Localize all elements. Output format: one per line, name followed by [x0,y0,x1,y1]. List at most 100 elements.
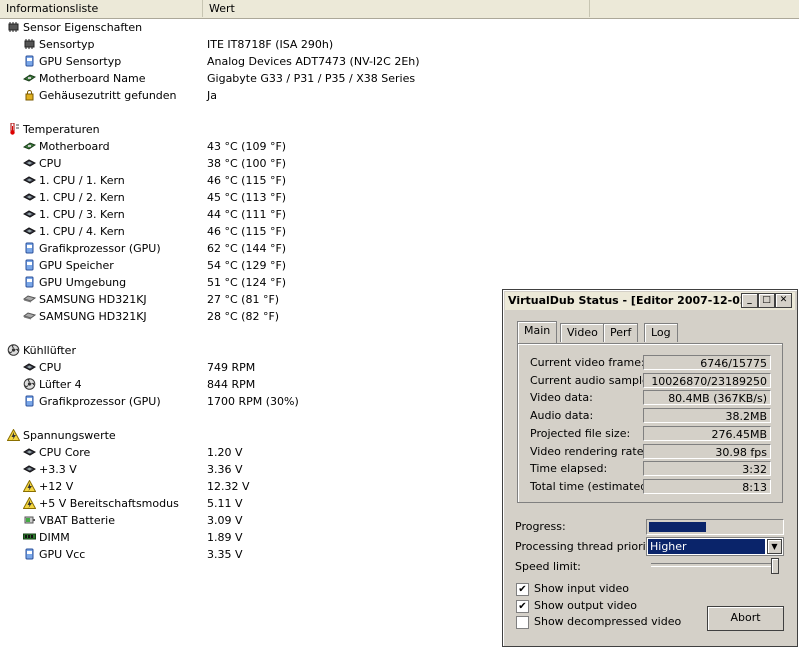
stat-value: 38.2MB [643,408,771,424]
sensor-value: 38 °C (100 °F) [207,157,287,170]
sensor-value: 5.11 V [207,497,243,510]
priority-select[interactable]: Higher ▼ [646,537,784,556]
minimize-icon[interactable]: _ [741,293,758,308]
stat-value: 80.4MB (367KB/s) [643,390,771,406]
sensor-row[interactable]: GPU Speicher 54 °C (129 °F) [0,257,799,274]
progress-label: Progress: [515,520,566,533]
sensor-value: 1.89 V [207,531,243,544]
checkbox-label[interactable]: Show decompressed video [534,615,681,628]
gpu-icon [23,55,36,67]
speed-limit-thumb[interactable] [771,558,779,574]
sensor-label: GPU Sensortyp [39,55,122,68]
sensor-label: SAMSUNG HD321KJ [39,310,147,323]
priority-selected-value: Higher [648,539,765,554]
checkbox[interactable]: ✔ [516,599,529,613]
sensor-row[interactable]: Motherboard 43 °C (109 °F) [0,138,799,155]
stat-value: 30.98 fps [643,443,771,459]
maximize-icon[interactable]: □ [758,293,775,308]
sensor-label: Gehäusezutritt gefunden [39,89,177,102]
checkbox[interactable]: ✔ [516,583,529,596]
sensor-row[interactable]: Motherboard Name Gigabyte G33 / P31 / P35… [0,70,799,87]
sensor-label: +3.3 V [39,463,77,476]
chip-icon [23,38,36,50]
checkbox-label[interactable]: Show output video [534,599,637,612]
sensor-row[interactable]: 1. CPU / 3. Kern 44 °C (111 °F) [0,206,799,223]
stat-label: Current video frame: [530,356,645,369]
chip-icon [7,21,20,33]
sensor-row[interactable]: GPU Sensortyp Analog Devices ADT7473 (NV-… [0,53,799,70]
tab-main[interactable]: Main [517,321,558,343]
sensor-value: 3.35 V [207,548,243,561]
sensor-label: Grafikprozessor (GPU) [39,242,161,255]
tab-video[interactable]: Video [560,323,605,342]
cpu-icon [23,225,36,237]
checkbox[interactable] [516,616,529,629]
group-title: Kühllüfter [23,344,76,357]
priority-label: Processing thread priority: [515,540,660,553]
sensor-value: Ja [207,89,217,102]
sensor-row[interactable]: CPU 38 °C (100 °F) [0,155,799,172]
stat-label: Audio data: [530,409,594,423]
sensor-value: Gigabyte G33 / P31 / P35 / X38 Series [207,72,416,85]
column-header-value[interactable]: Wert [203,0,590,17]
disk-icon [23,310,36,322]
sensor-label: +5 V Bereitschaftsmodus [39,497,179,510]
sensor-value: 51 °C (124 °F) [207,276,287,289]
stat-label: Time elapsed: [530,462,608,476]
cpu-icon [23,174,36,186]
sensor-value: 3.36 V [207,463,243,476]
sensor-value: 1700 RPM (30%) [207,395,299,408]
voltage-icon [23,497,36,509]
main-tab-panel: Current video frame: 6746/15775 Current au… [517,343,783,503]
stat-value: 10026870/23189250 [643,372,771,388]
window-title: VirtualDub Status - [Editor 2007-12-02 .… [508,294,764,307]
cpu-icon [23,463,36,475]
stat-label: Projected file size: [530,426,631,440]
chevron-down-icon[interactable]: ▼ [767,539,782,554]
sensor-row[interactable]: 1. CPU / 1. Kern 46 °C (115 °F) [0,172,799,189]
column-header-info[interactable]: Informationsliste [0,0,203,17]
stat-label: Total time (estimated): [530,479,656,493]
sensor-label: 1. CPU / 1. Kern [39,174,125,187]
gpu-icon [23,548,36,560]
sensor-row[interactable]: Gehäusezutritt gefunden Ja [0,87,799,104]
cpu-icon [23,191,36,203]
list-header: Informationsliste Wert [0,0,799,19]
sensor-label: Grafikprozessor (GPU) [39,395,161,408]
sensor-row[interactable]: 1. CPU / 2. Kern 45 °C (113 °F) [0,189,799,206]
sensor-value: 1.20 V [207,446,243,459]
checkbox-label[interactable]: Show input video [534,582,629,595]
sensor-value: 46 °C (115 °F) [207,225,287,238]
sensor-value: 54 °C (129 °F) [207,259,287,272]
group-row[interactable]: Temperaturen [0,121,799,138]
sensor-value: 12.32 V [207,480,250,493]
sensor-label: SAMSUNG HD321KJ [39,293,147,306]
sensor-label: 1. CPU / 3. Kern [39,208,125,221]
gpu-icon [23,395,36,407]
sensor-label: GPU Umgebung [39,276,127,289]
memory-icon [23,531,36,543]
sensor-label: GPU Speicher [39,259,114,272]
sensor-row[interactable]: 1. CPU / 4. Kern 46 °C (115 °F) [0,223,799,240]
sensor-label: 1. CPU / 2. Kern [39,191,125,204]
tab-perf[interactable]: Perf [603,323,639,342]
sensor-label: +12 V [39,480,74,493]
sensor-value: 44 °C (111 °F) [207,208,287,221]
speed-limit-track[interactable] [651,563,777,567]
fan-icon [7,344,20,356]
gpu-icon [23,242,36,254]
sensor-row[interactable]: Sensortyp ITE IT8718F (ISA 290h) [0,36,799,53]
sensor-label: Sensortyp [39,38,95,51]
group-title: Spannungswerte [23,429,116,442]
speed-limit-label: Speed limit: [515,560,581,573]
sensor-label: DIMM [39,531,70,544]
abort-button[interactable]: Abort [707,606,784,631]
sensor-row[interactable]: Grafikprozessor (GPU) 62 °C (144 °F) [0,240,799,257]
close-icon[interactable]: ✕ [775,293,792,308]
lock-icon [23,89,36,101]
sensor-value: ITE IT8718F (ISA 290h) [207,38,334,51]
sensor-label: VBAT Batterie [39,514,115,527]
sensor-value: 749 RPM [207,361,256,374]
group-row[interactable]: Sensor Eigenschaften [0,19,799,36]
tab-log[interactable]: Log [644,323,678,342]
